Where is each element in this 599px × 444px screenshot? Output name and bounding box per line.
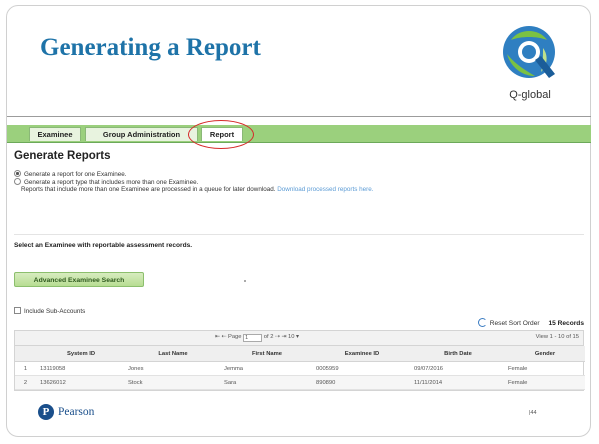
queue-note: Reports that include more than one Exami… xyxy=(21,186,374,193)
option-multiple-label: Generate a report type that includes mor… xyxy=(24,179,199,186)
tab-bar: Examinee Group Administration Report xyxy=(7,125,591,143)
column-header-birth-date[interactable]: Birth Date xyxy=(411,346,505,362)
advanced-examinee-search-button[interactable]: Advanced Examinee Search xyxy=(14,272,144,287)
birth-date-cell: 11/11/2014 xyxy=(411,375,505,390)
next-last-page-buttons[interactable]: ⇢ ⇥ xyxy=(275,334,286,340)
gender-cell: Female xyxy=(505,361,585,376)
title-divider xyxy=(7,116,591,117)
page-number-input[interactable]: 1 xyxy=(243,334,263,342)
column-header-last-name[interactable]: Last Name xyxy=(125,346,221,362)
table-row[interactable]: 2 13626012 Stock Sara 890890 11/11/2014 … xyxy=(15,375,585,390)
tab-group-administration[interactable]: Group Administration xyxy=(85,127,198,141)
section-divider xyxy=(14,234,584,235)
first-name-cell: Sara xyxy=(221,375,313,390)
download-processed-reports-link[interactable]: Download processed reports here. xyxy=(277,186,373,193)
last-name-cell: Stock xyxy=(125,375,221,390)
option-multiple-examinees[interactable]: Generate a report type that includes mor… xyxy=(14,178,198,186)
page-number: |44 xyxy=(529,410,537,416)
view-range: View 1 - 10 of 15 xyxy=(535,334,579,340)
examinee-grid: ⇤ ⇠ Page 1 of 2 ⇢ ⇥ 10 ▾ View 1 - 10 of … xyxy=(14,330,585,391)
sort-controls: Reset Sort Order 15 Records xyxy=(477,318,584,327)
include-sub-accounts-label: Include Sub-Accounts xyxy=(24,308,86,315)
pearson-wordmark: Pearson xyxy=(58,406,95,418)
row-number: 1 xyxy=(15,361,37,376)
checkbox-icon[interactable] xyxy=(14,307,21,314)
option-one-label: Generate a report for one Examinee. xyxy=(24,171,127,178)
page-label: Page xyxy=(227,334,242,340)
table-row[interactable]: 1 13119058 Jones Jemma 0005959 09/07/201… xyxy=(15,361,585,376)
column-header-examinee-id[interactable]: Examinee ID xyxy=(313,346,411,362)
pearson-logo-icon: P xyxy=(38,404,54,420)
column-header-first-name[interactable]: First Name xyxy=(221,346,313,362)
slide: Generating a Report Q-global Examinee Gr… xyxy=(0,0,599,444)
refresh-icon xyxy=(477,318,487,327)
tab-examinee[interactable]: Examinee xyxy=(29,127,81,141)
report-tab-highlight-circle xyxy=(188,120,254,149)
logo-text: Q-global xyxy=(509,89,551,101)
examinee-table: System ID Last Name First Name Examinee … xyxy=(15,346,585,390)
queue-note-text: Reports that include more than one Exami… xyxy=(21,186,276,193)
column-header-row-number xyxy=(15,346,37,362)
generate-reports-heading: Generate Reports xyxy=(14,150,111,162)
radio-unselected-icon[interactable] xyxy=(14,178,21,185)
last-name-cell: Jones xyxy=(125,361,221,376)
table-header-row: System ID Last Name First Name Examinee … xyxy=(15,346,585,362)
q-global-logo-icon xyxy=(503,26,555,78)
gender-cell: Female xyxy=(505,375,585,390)
examinee-id-cell: 0005959 xyxy=(313,361,411,376)
column-header-gender[interactable]: Gender xyxy=(505,346,585,362)
slide-title: Generating a Report xyxy=(40,34,261,61)
first-prev-page-buttons[interactable]: ⇤ ⇠ xyxy=(215,334,226,340)
pager: ⇤ ⇠ Page 1 of 2 ⇢ ⇥ 10 ▾ View 1 - 10 of … xyxy=(15,331,583,346)
radio-selected-icon[interactable] xyxy=(14,170,21,177)
system-id-cell: 13119058 xyxy=(37,361,125,376)
examinee-id-cell: 890890 xyxy=(313,375,411,390)
first-name-cell: Jemma xyxy=(221,361,313,376)
decorative-dot xyxy=(244,280,246,282)
select-examinee-label: Select an Examinee with reportable asses… xyxy=(14,242,193,249)
row-number: 2 xyxy=(15,375,37,390)
birth-date-cell: 09/07/2016 xyxy=(411,361,505,376)
rows-per-page-select[interactable]: 10 ▾ xyxy=(288,334,299,340)
include-sub-accounts-option[interactable]: Include Sub-Accounts xyxy=(14,307,85,315)
record-count: 15 Records xyxy=(548,320,584,327)
reset-sort-label: Reset Sort Order xyxy=(489,320,540,327)
reset-sort-order-link[interactable]: Reset Sort Order xyxy=(477,318,540,327)
option-one-examinee[interactable]: Generate a report for one Examinee. xyxy=(14,170,127,178)
column-header-system-id[interactable]: System ID xyxy=(37,346,125,362)
pager-controls: ⇤ ⇠ Page 1 of 2 ⇢ ⇥ 10 ▾ xyxy=(215,334,299,342)
page-total: of 2 xyxy=(263,334,274,340)
system-id-cell: 13626012 xyxy=(37,375,125,390)
